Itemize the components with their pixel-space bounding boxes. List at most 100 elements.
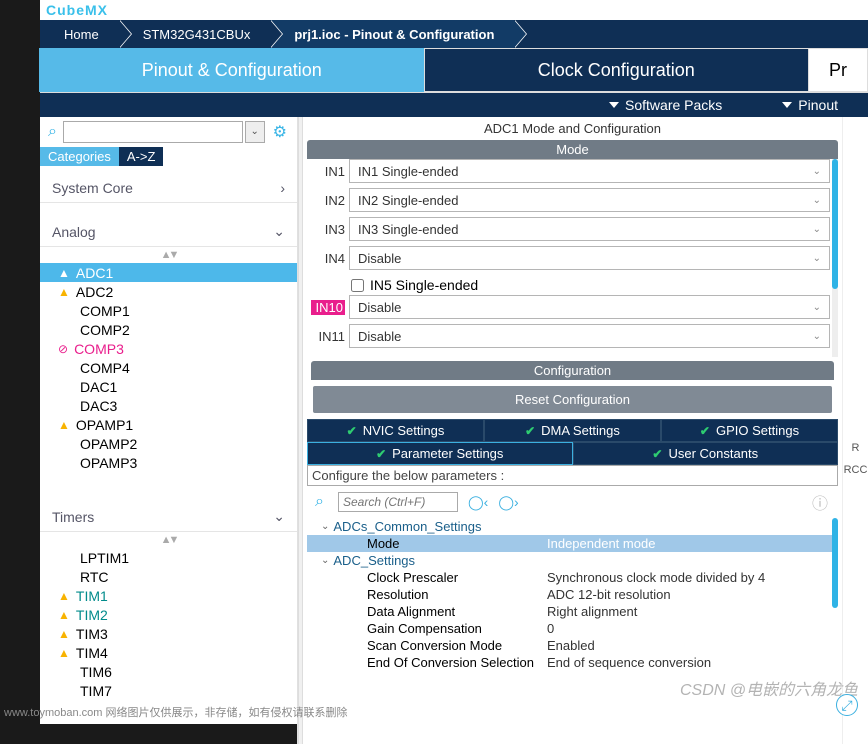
expand-button[interactable]: ⤢ xyxy=(836,694,858,716)
select-in10[interactable]: Disable⌄ xyxy=(349,295,830,319)
check-icon: ✔ xyxy=(347,424,357,438)
breadcrumb: Home STM32G431CBUx prj1.ioc - Pinout & C… xyxy=(40,20,868,48)
crumb-home[interactable]: Home xyxy=(40,20,119,48)
param-row-mode[interactable]: ModeIndependent mode xyxy=(307,535,838,552)
left-panel: ⌕ ⌄ ⚙ Categories A->Z System Core› Analo… xyxy=(40,117,298,744)
reset-button[interactable]: Reset Configuration xyxy=(313,386,832,413)
mode-row-in4: IN4Disable⌄ xyxy=(311,246,830,270)
param-row[interactable]: ResolutionADC 12-bit resolution xyxy=(307,586,838,603)
group-analog[interactable]: Analog⌄ xyxy=(40,217,297,247)
watermark2: CSDN @电嵌的六角龙鱼 xyxy=(680,676,858,700)
tab-dma[interactable]: ✔DMA Settings xyxy=(484,419,661,442)
tree-item-adc2[interactable]: ▲ADC2 xyxy=(40,282,297,301)
sort-handle[interactable]: ▲▼ xyxy=(40,247,297,263)
search-dropdown[interactable]: ⌄ xyxy=(245,121,265,143)
check-icon: ✔ xyxy=(652,447,662,461)
sort-handle[interactable]: ▲▼ xyxy=(40,532,297,548)
param-scrollbar[interactable] xyxy=(832,518,838,608)
mode-scrollbar[interactable] xyxy=(832,159,838,357)
chevron-right-icon: › xyxy=(280,180,285,196)
group-timers[interactable]: Timers⌄ xyxy=(40,502,297,532)
check-icon: ✔ xyxy=(376,447,386,461)
search-icon[interactable]: ⌕ xyxy=(44,123,61,141)
gear-icon[interactable]: ⚙ xyxy=(267,122,293,142)
param-row[interactable]: Data AlignmentRight alignment xyxy=(307,603,838,620)
select-in2[interactable]: IN2 Single-ended⌄ xyxy=(349,188,830,212)
chevron-down-icon xyxy=(782,102,792,108)
tree-item-tim4[interactable]: ▲TIM4 xyxy=(40,643,297,662)
param-group-adc[interactable]: ⌄ADC_Settings xyxy=(307,552,838,569)
crumb-chip[interactable]: STM32G431CBUx xyxy=(119,20,271,48)
param-row[interactable]: Scan Conversion ModeEnabled xyxy=(307,637,838,654)
warning-icon: ▲ xyxy=(58,646,70,660)
search-input[interactable] xyxy=(63,121,243,143)
tree-item-tim6[interactable]: TIM6 xyxy=(40,662,297,681)
chevron-down-icon: ⌄ xyxy=(813,224,821,235)
configure-label: Configure the below parameters : xyxy=(307,465,838,486)
search-icon[interactable]: ⌕ xyxy=(311,493,328,511)
prev-match-icon[interactable]: ◯‹ xyxy=(468,494,488,511)
select-in11[interactable]: Disable⌄ xyxy=(349,324,830,348)
param-group-common[interactable]: ⌄ADCs_Common_Settings xyxy=(307,518,838,535)
tab-project[interactable]: Pr xyxy=(808,48,868,92)
panel-title: ADC1 Mode and Configuration xyxy=(303,117,842,140)
warning-icon: ▲ xyxy=(58,608,70,622)
tree-item-tim1[interactable]: ▲TIM1 xyxy=(40,586,297,605)
tree-item-rtc[interactable]: RTC xyxy=(40,567,297,586)
settings-tabs: ✔NVIC Settings ✔DMA Settings ✔GPIO Setti… xyxy=(307,419,838,465)
mode-header: Mode xyxy=(307,140,838,159)
tree-item-comp4[interactable]: COMP4 xyxy=(40,358,297,377)
mode-row-in2: IN2IN2 Single-ended⌄ xyxy=(311,188,830,212)
tree-item-comp1[interactable]: COMP1 xyxy=(40,301,297,320)
tree-item-opamp3[interactable]: OPAMP3 xyxy=(40,453,297,472)
tab-parameter[interactable]: ✔Parameter Settings xyxy=(307,442,573,465)
tree-item-tim7[interactable]: TIM7 xyxy=(40,681,297,700)
param-table: ⌄ADCs_Common_Settings ModeIndependent mo… xyxy=(307,518,838,740)
mode-row-in11: IN11Disable⌄ xyxy=(311,324,830,348)
pinout-menu[interactable]: Pinout xyxy=(752,97,868,113)
crumb-project[interactable]: prj1.ioc - Pinout & Configuration xyxy=(270,20,514,48)
collapse-icon: ⌄ xyxy=(321,555,329,566)
brand-label: CubeMX xyxy=(40,0,868,20)
param-search-input[interactable] xyxy=(338,492,458,512)
info-icon[interactable]: ⓘ xyxy=(812,490,834,514)
chevron-down-icon: ⌄ xyxy=(813,331,821,342)
tree-item-lptim1[interactable]: LPTIM1 xyxy=(40,548,297,567)
warning-icon: ▲ xyxy=(58,418,70,432)
warning-icon: ▲ xyxy=(58,285,70,299)
select-in3[interactable]: IN3 Single-ended⌄ xyxy=(349,217,830,241)
tab-clock[interactable]: Clock Configuration xyxy=(424,48,810,92)
software-packs-menu[interactable]: Software Packs xyxy=(579,97,752,113)
tree-item-comp3[interactable]: ⊘COMP3 xyxy=(40,339,297,358)
chevron-down-icon: ⌄ xyxy=(813,302,821,313)
tab-a-z[interactable]: A->Z xyxy=(119,147,164,166)
select-in4[interactable]: Disable⌄ xyxy=(349,246,830,270)
tree-item-tim2[interactable]: ▲TIM2 xyxy=(40,605,297,624)
group-system-core[interactable]: System Core› xyxy=(40,174,297,203)
tab-user-constants[interactable]: ✔User Constants xyxy=(573,442,839,465)
peripheral-tree[interactable]: System Core› Analog⌄ ▲▼ ▲ADC1 ▲ADC2 COMP… xyxy=(40,166,297,744)
mode-row-in3: IN3IN3 Single-ended⌄ xyxy=(311,217,830,241)
tree-item-adc1[interactable]: ▲ADC1 xyxy=(40,263,297,282)
param-row[interactable]: Clock PrescalerSynchronous clock mode di… xyxy=(307,569,838,586)
param-row[interactable]: End Of Conversion SelectionEnd of sequen… xyxy=(307,654,838,671)
tree-item-opamp1[interactable]: ▲OPAMP1 xyxy=(40,415,297,434)
tab-nvic[interactable]: ✔NVIC Settings xyxy=(307,419,484,442)
check-icon: ✔ xyxy=(525,424,535,438)
panel-divider[interactable] xyxy=(298,117,303,744)
tree-item-comp2[interactable]: COMP2 xyxy=(40,320,297,339)
checkbox-in5[interactable]: IN5 Single-ended xyxy=(311,275,830,295)
tree-item-dac1[interactable]: DAC1 xyxy=(40,377,297,396)
next-match-icon[interactable]: ◯› xyxy=(498,494,518,511)
tree-item-tim3[interactable]: ▲TIM3 xyxy=(40,624,297,643)
tab-gpio[interactable]: ✔GPIO Settings xyxy=(661,419,838,442)
chevron-down-icon: ⌄ xyxy=(813,166,821,177)
tree-item-dac3[interactable]: DAC3 xyxy=(40,396,297,415)
chevron-down-icon xyxy=(609,102,619,108)
select-in1[interactable]: IN1 Single-ended⌄ xyxy=(349,159,830,183)
param-row[interactable]: Gain Compensation0 xyxy=(307,620,838,637)
right-strip: R RCC xyxy=(842,117,868,744)
tree-item-opamp2[interactable]: OPAMP2 xyxy=(40,434,297,453)
tab-pinout[interactable]: Pinout & Configuration xyxy=(39,48,425,92)
tab-categories[interactable]: Categories xyxy=(40,147,119,166)
